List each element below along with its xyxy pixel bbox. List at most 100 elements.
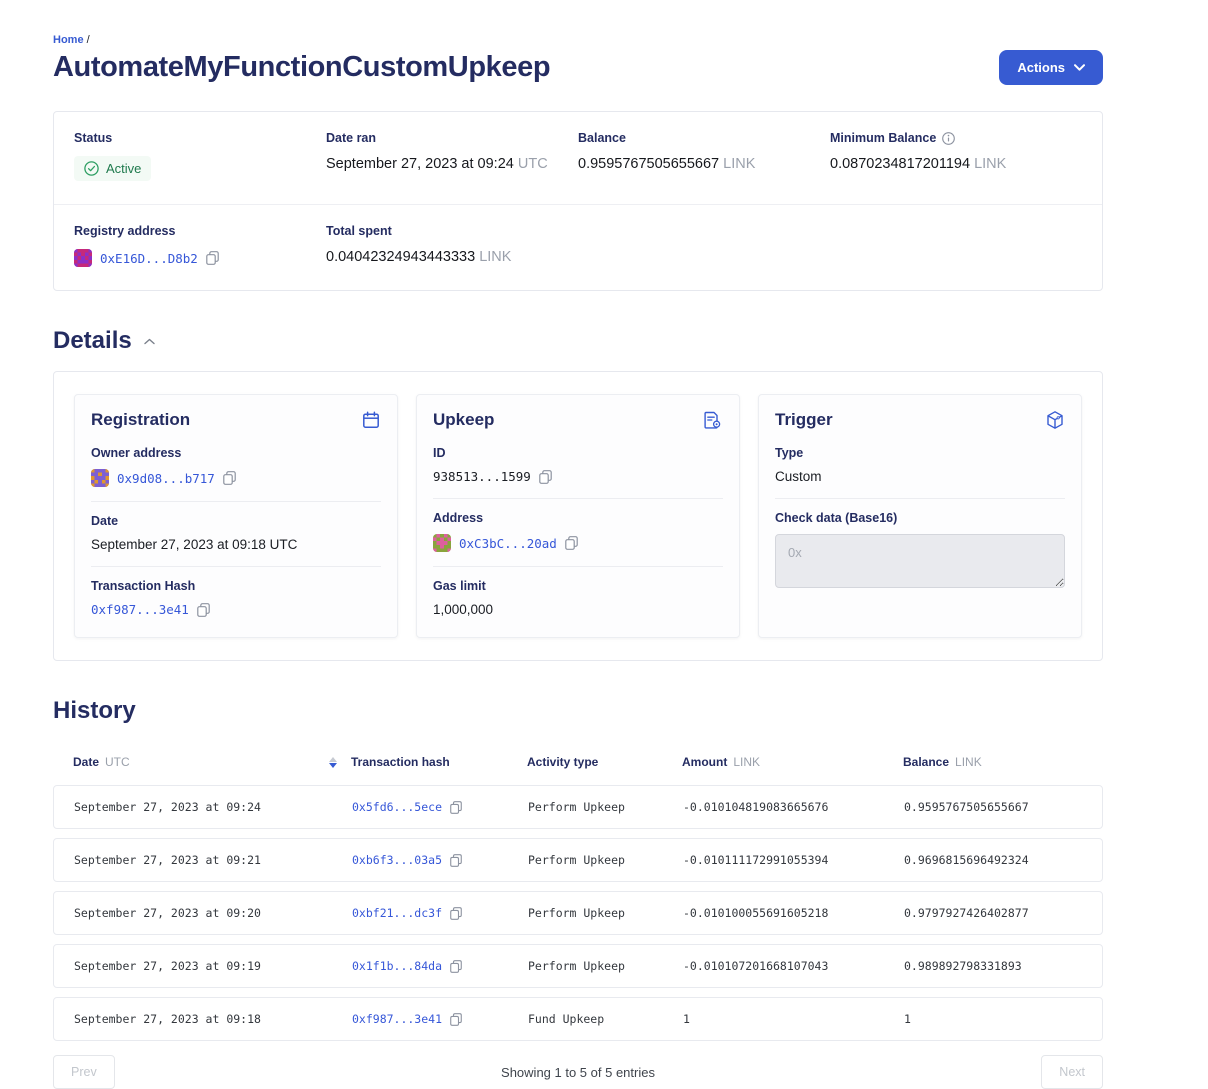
- registration-date-section: Date September 27, 2023 at 09:18 UTC: [91, 502, 381, 567]
- registry-field: Registry address 0xE16D...D8b2: [74, 224, 326, 267]
- trigger-title: Trigger: [775, 410, 833, 430]
- copy-icon[interactable]: [450, 801, 462, 814]
- prev-button[interactable]: Prev: [53, 1055, 115, 1089]
- date-ran-label: Date ran: [326, 131, 578, 145]
- copy-icon[interactable]: [450, 907, 462, 920]
- table-row: September 27, 2023 at 09:20 0xbf21...dc3…: [53, 891, 1103, 935]
- row-balance: 0.9797927426402877: [904, 906, 1082, 920]
- registration-tx-section: Transaction Hash 0xf987...3e41: [91, 567, 381, 621]
- row-balance: 0.9696815696492324: [904, 853, 1082, 867]
- balance-value: 0.9595767505655667: [578, 156, 719, 172]
- balance-suffix: LINK: [723, 156, 755, 172]
- col-amount-label: Amount: [682, 755, 727, 769]
- upkeep-id-value: 938513...1599: [433, 469, 531, 484]
- min-balance-field: Minimum Balance 0.0870234817201194 LINK: [830, 131, 1082, 181]
- registration-date-value: September 27, 2023 at 09:18 UTC: [91, 537, 381, 552]
- copy-icon[interactable]: [450, 1013, 462, 1026]
- row-tx-link[interactable]: 0xb6f3...03a5: [352, 853, 442, 867]
- row-date: September 27, 2023 at 09:24: [74, 800, 352, 814]
- table-row: September 27, 2023 at 09:21 0xb6f3...03a…: [53, 838, 1103, 882]
- upkeep-address-identicon: [433, 534, 451, 552]
- date-ran-field: Date ran September 27, 2023 at 09:24 UTC: [326, 131, 578, 181]
- pagination-status: Showing 1 to 5 of 5 entries: [115, 1065, 1042, 1080]
- copy-icon[interactable]: [450, 854, 462, 867]
- min-balance-label: Minimum Balance: [830, 131, 936, 145]
- upkeep-id-section: ID 938513...1599: [433, 434, 723, 499]
- col-balance-suffix: LINK: [955, 755, 982, 769]
- row-tx-link[interactable]: 0xf987...3e41: [352, 1012, 442, 1026]
- next-button[interactable]: Next: [1041, 1055, 1103, 1089]
- trigger-type-section: Type Custom: [775, 434, 1065, 499]
- row-date: September 27, 2023 at 09:21: [74, 853, 352, 867]
- row-amount: -0.010107201668107043: [683, 959, 904, 973]
- row-activity: Fund Upkeep: [528, 1012, 683, 1026]
- chevron-down-icon: [1074, 64, 1085, 71]
- actions-button-label: Actions: [1017, 60, 1065, 75]
- row-balance: 1: [904, 1012, 1082, 1026]
- details-section: Registration Owner address 0x9d08...b717: [53, 371, 1103, 661]
- table-row: September 27, 2023 at 09:24 0x5fd6...5ec…: [53, 785, 1103, 829]
- row-date: September 27, 2023 at 09:20: [74, 906, 352, 920]
- breadcrumb: Home/: [53, 34, 1103, 46]
- row-date: September 27, 2023 at 09:18: [74, 1012, 352, 1026]
- col-date-label: Date: [73, 755, 99, 769]
- check-circle-icon: [84, 161, 99, 176]
- registry-address-link[interactable]: 0xE16D...D8b2: [100, 251, 198, 266]
- col-balance-label: Balance: [903, 755, 949, 769]
- row-activity: Perform Upkeep: [528, 959, 683, 973]
- owner-address-link[interactable]: 0x9d08...b717: [117, 471, 215, 486]
- file-gear-icon: [702, 410, 723, 430]
- copy-icon[interactable]: [206, 251, 219, 265]
- copy-icon[interactable]: [223, 471, 236, 485]
- owner-identicon: [91, 469, 109, 487]
- copy-icon[interactable]: [197, 603, 210, 617]
- chevron-up-icon[interactable]: [142, 336, 157, 347]
- upkeep-address-section: Address 0xC3bC...20ad: [433, 499, 723, 567]
- trigger-type-label: Type: [775, 446, 1065, 460]
- upkeep-title: Upkeep: [433, 410, 494, 430]
- details-heading-label: Details: [53, 327, 132, 355]
- summary-row-1: Status Active Date ran September 27, 202…: [54, 112, 1102, 204]
- copy-icon[interactable]: [450, 960, 462, 973]
- status-label: Status: [74, 131, 326, 145]
- row-balance: 0.989892798331893: [904, 959, 1082, 973]
- sort-icon[interactable]: [329, 757, 337, 768]
- total-spent-value: 0.04042324943443333: [326, 249, 475, 265]
- copy-icon[interactable]: [539, 470, 552, 484]
- check-data-input[interactable]: [775, 534, 1065, 588]
- check-data-label: Check data (Base16): [775, 511, 1065, 525]
- registry-identicon: [74, 249, 92, 267]
- status-field: Status Active: [74, 131, 326, 181]
- table-row: September 27, 2023 at 09:18 0xf987...3e4…: [53, 997, 1103, 1041]
- status-badge: Active: [74, 156, 151, 181]
- row-tx-link[interactable]: 0xbf21...dc3f: [352, 906, 442, 920]
- registration-tx-link[interactable]: 0xf987...3e41: [91, 602, 189, 617]
- registration-tx-label: Transaction Hash: [91, 579, 381, 593]
- actions-button[interactable]: Actions: [999, 50, 1103, 85]
- history-table: Date UTC Transaction hash Activity type …: [53, 741, 1103, 1041]
- history-heading: History: [53, 697, 1103, 725]
- info-icon[interactable]: [942, 132, 955, 145]
- registration-title: Registration: [91, 410, 190, 430]
- row-tx-link[interactable]: 0x1f1b...84da: [352, 959, 442, 973]
- row-amount: -0.010100055691605218: [683, 906, 904, 920]
- row-tx-link[interactable]: 0x5fd6...5ece: [352, 800, 442, 814]
- breadcrumb-home-link[interactable]: Home: [53, 34, 84, 46]
- breadcrumb-separator: /: [87, 34, 90, 46]
- status-badge-label: Active: [106, 161, 141, 176]
- registration-card: Registration Owner address 0x9d08...b717: [74, 394, 398, 638]
- summary-card: Status Active Date ran September 27, 202…: [53, 111, 1103, 291]
- copy-icon[interactable]: [565, 536, 578, 550]
- history-table-header: Date UTC Transaction hash Activity type …: [53, 741, 1103, 785]
- cube-icon: [1045, 410, 1065, 430]
- total-spent-label: Total spent: [326, 224, 578, 238]
- balance-field: Balance 0.9595767505655667 LINK: [578, 131, 830, 181]
- date-ran-value: September 27, 2023 at 09:24: [326, 156, 514, 172]
- gas-limit-section: Gas limit 1,000,000: [433, 567, 723, 621]
- registration-date-label: Date: [91, 514, 381, 528]
- gas-limit-label: Gas limit: [433, 579, 723, 593]
- page: Home/ AutomateMyFunctionCustomUpkeep Act…: [0, 0, 1103, 1089]
- upkeep-address-link[interactable]: 0xC3bC...20ad: [459, 536, 557, 551]
- page-title: AutomateMyFunctionCustomUpkeep: [53, 51, 550, 84]
- row-activity: Perform Upkeep: [528, 800, 683, 814]
